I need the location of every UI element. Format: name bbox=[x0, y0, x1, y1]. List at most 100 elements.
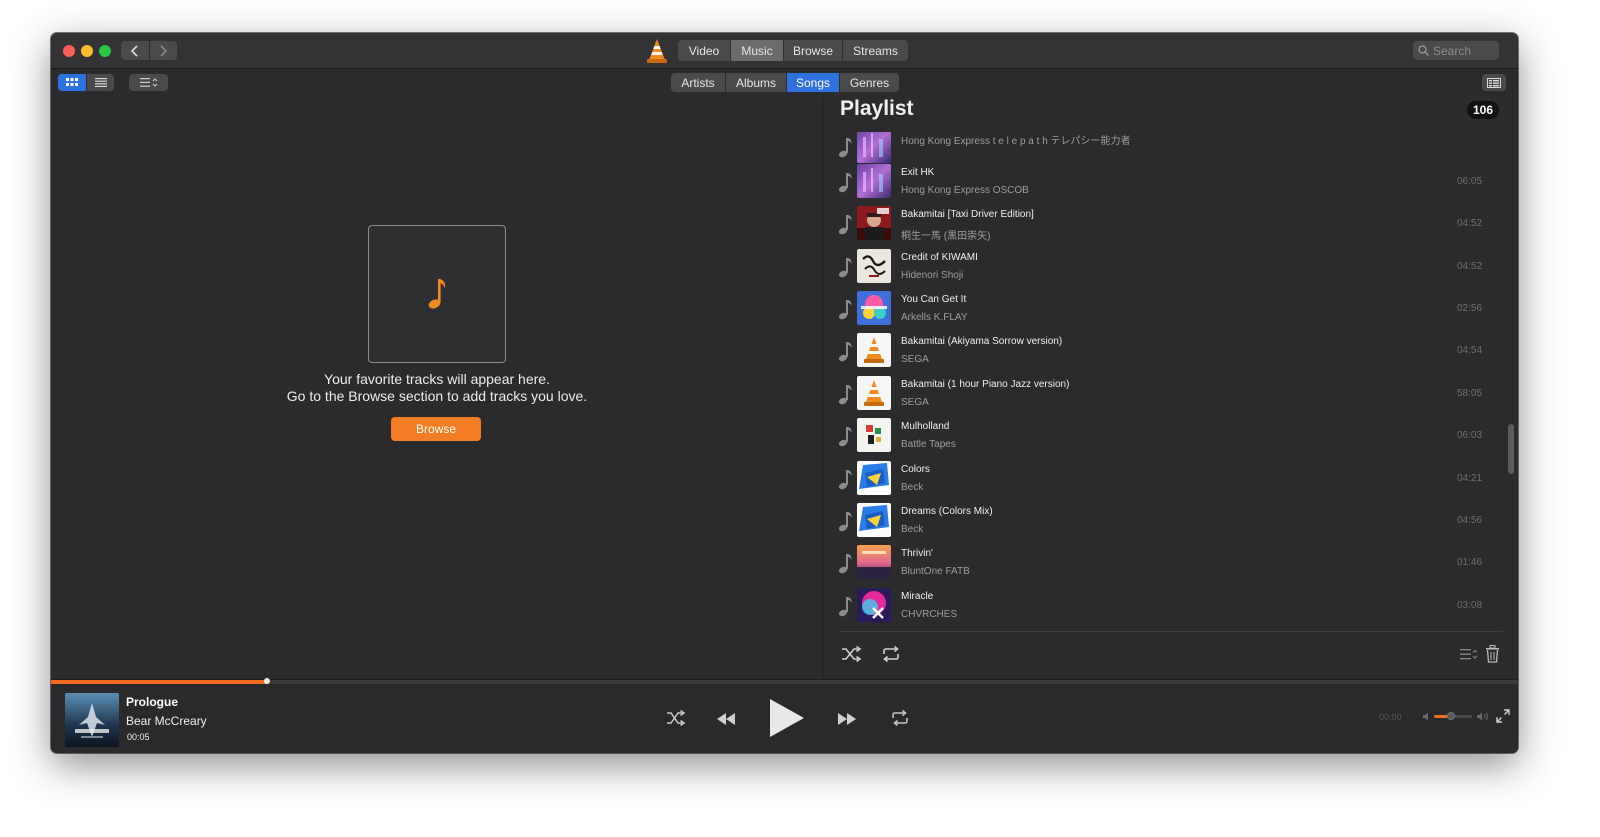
rewind-icon[interactable] bbox=[717, 713, 736, 725]
track-title: Miracle bbox=[901, 591, 934, 602]
grid-view-button[interactable] bbox=[58, 74, 87, 91]
playlist-row[interactable]: Dreams (Colors Mix) Beck 04:56 bbox=[823, 499, 1503, 541]
back-icon bbox=[130, 44, 138, 57]
play-icon[interactable] bbox=[768, 698, 806, 738]
playlist-row[interactable]: Thrivin' BluntOne FATB 01:46 bbox=[823, 541, 1503, 583]
playlist-row[interactable]: Exit HK Hong Kong Express OSCOB 06:05 bbox=[823, 160, 1503, 202]
music-note-icon bbox=[838, 258, 852, 278]
playlist-title: Playlist bbox=[840, 97, 914, 120]
fast-forward-icon[interactable] bbox=[837, 713, 856, 725]
track-artist: BluntOne FATB bbox=[901, 566, 970, 577]
playlist-toggle-button[interactable] bbox=[1482, 74, 1506, 91]
list-view-button[interactable] bbox=[87, 74, 114, 91]
track-artist: CHVRCHES bbox=[901, 609, 958, 620]
tab-streams[interactable]: Streams bbox=[843, 40, 908, 61]
tab-genres[interactable]: Genres bbox=[840, 73, 899, 92]
music-note-icon bbox=[838, 512, 852, 532]
shuffle-icon[interactable] bbox=[841, 645, 862, 663]
tab-artists[interactable]: Artists bbox=[671, 73, 726, 92]
track-artist: SEGA bbox=[901, 354, 929, 365]
browse-button[interactable]: Browse bbox=[391, 417, 481, 441]
track-title: Dreams (Colors Mix) bbox=[901, 506, 993, 517]
track-artist: 桐生一馬 (黒田崇矢) bbox=[901, 231, 991, 242]
album-art-thumbnail bbox=[857, 132, 891, 163]
music-note-icon bbox=[838, 427, 852, 447]
grid-view-icon bbox=[66, 78, 78, 86]
track-duration: 06:05 bbox=[1457, 176, 1483, 187]
playlist-row[interactable]: Miracle CHVRCHES 03:08 bbox=[823, 584, 1503, 624]
now-playing-artwork[interactable] bbox=[65, 693, 119, 747]
main-tabs: Video Music Browse Streams bbox=[678, 40, 908, 61]
library-toolbar: Artists Albums Songs Genres bbox=[51, 69, 1518, 97]
vlc-cone-icon bbox=[647, 39, 667, 63]
close-window-button[interactable] bbox=[63, 45, 75, 57]
music-note-icon bbox=[838, 342, 852, 362]
track-title: Exit HK bbox=[901, 167, 935, 178]
playlist-row[interactable]: Colors Beck 04:21 bbox=[823, 457, 1503, 499]
music-note-icon bbox=[838, 597, 852, 617]
forward-button[interactable] bbox=[148, 41, 178, 60]
playlist-row[interactable]: You Can Get It Arkells K.FLAY 02:56 bbox=[823, 287, 1503, 329]
volume-slider-knob[interactable] bbox=[1447, 712, 1456, 720]
playlist-toggle-icon bbox=[1487, 77, 1501, 88]
volume-high-icon[interactable] bbox=[1477, 712, 1489, 721]
tab-music[interactable]: Music bbox=[731, 40, 784, 61]
search-field[interactable]: Search bbox=[1413, 41, 1499, 60]
track-duration: 01:46 bbox=[1457, 557, 1483, 568]
search-placeholder: Search bbox=[1433, 43, 1472, 58]
playback-progress-knob[interactable] bbox=[263, 678, 270, 684]
track-duration: 04:21 bbox=[1457, 473, 1483, 484]
album-art-thumbnail bbox=[857, 291, 891, 325]
album-art-thumbnail bbox=[857, 249, 891, 283]
playlist-scrollbar[interactable] bbox=[1506, 132, 1516, 624]
list-view-icon bbox=[94, 78, 107, 87]
app-window: Video Music Browse Streams Search Artist… bbox=[51, 33, 1518, 753]
track-duration: 04:56 bbox=[1457, 515, 1483, 526]
album-art-thumbnail bbox=[857, 418, 891, 452]
trash-icon[interactable] bbox=[1485, 645, 1500, 663]
repeat-icon[interactable] bbox=[891, 710, 909, 726]
tab-albums[interactable]: Albums bbox=[726, 73, 787, 92]
track-title: Colors bbox=[901, 464, 930, 475]
shuffle-icon[interactable] bbox=[666, 710, 686, 726]
album-art-thumbnail bbox=[857, 461, 891, 495]
now-playing-artist: Bear McCreary bbox=[126, 714, 207, 728]
playlist-list: Hong Kong Express t e l e p a t h テレパシー能… bbox=[823, 132, 1503, 624]
album-art-thumbnail bbox=[857, 503, 891, 537]
volume-low-icon[interactable] bbox=[1423, 712, 1431, 721]
album-art-thumbnail bbox=[857, 333, 891, 367]
track-title: Bakamitai (1 hour Piano Jazz version) bbox=[901, 379, 1070, 390]
zoom-window-button[interactable] bbox=[99, 45, 111, 57]
fullscreen-icon[interactable] bbox=[1496, 709, 1510, 723]
track-artist: Beck bbox=[901, 524, 924, 535]
search-icon bbox=[1418, 45, 1429, 56]
music-note-icon bbox=[838, 215, 852, 235]
music-category-tabs: Artists Albums Songs Genres bbox=[671, 73, 899, 92]
remaining-time: 00:00 bbox=[1379, 712, 1402, 722]
minimize-window-button[interactable] bbox=[81, 45, 93, 57]
track-duration: 58:05 bbox=[1457, 388, 1483, 399]
track-title: You Can Get It bbox=[901, 294, 967, 305]
playlist-row[interactable]: Bakamitai (1 hour Piano Jazz version) SEG… bbox=[823, 372, 1503, 414]
title-bar: Video Music Browse Streams Search bbox=[51, 33, 1518, 69]
sort-options-button[interactable] bbox=[129, 74, 168, 91]
playback-progress-bar[interactable] bbox=[51, 678, 1518, 684]
forward-icon bbox=[160, 44, 168, 57]
music-note-icon bbox=[838, 385, 852, 405]
tab-browse[interactable]: Browse bbox=[784, 40, 843, 61]
playlist-row[interactable]: Mulholland Battle Tapes 06:03 bbox=[823, 414, 1503, 456]
playlist-row[interactable]: Bakamitai (Akiyama Sorrow version) SEGA 04… bbox=[823, 329, 1503, 371]
track-duration: 02:56 bbox=[1457, 303, 1483, 314]
repeat-icon[interactable] bbox=[881, 645, 901, 663]
playlist-sort-icon[interactable] bbox=[1460, 649, 1478, 660]
player-bar: Prologue Bear McCreary 00:05 00:00 bbox=[51, 678, 1518, 753]
playlist-scrollbar-thumb[interactable] bbox=[1508, 424, 1514, 474]
music-note-icon bbox=[428, 279, 446, 309]
playlist-row[interactable]: Bakamitai [Taxi Driver Edition] 桐生一馬 (黒田崇… bbox=[823, 202, 1503, 244]
back-button[interactable] bbox=[121, 41, 149, 60]
tab-video[interactable]: Video bbox=[678, 40, 731, 61]
tab-songs[interactable]: Songs bbox=[787, 73, 840, 92]
volume-slider[interactable] bbox=[1434, 712, 1472, 720]
playlist-row[interactable]: Credit of KIWAMI Hidenori Shoji 04:52 bbox=[823, 245, 1503, 287]
playlist-pane: Playlist 106 Hong Kong Express t e l e p… bbox=[823, 97, 1518, 679]
